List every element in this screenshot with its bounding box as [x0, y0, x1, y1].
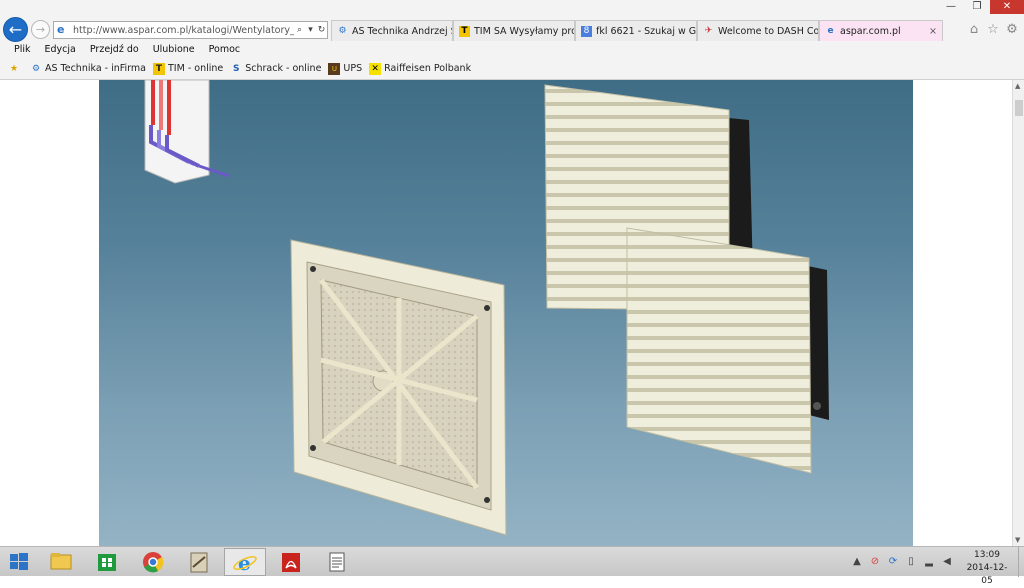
refresh-icon[interactable]: ↻: [316, 25, 327, 35]
fan-filter-illustration: [144, 80, 829, 536]
store-icon[interactable]: [86, 548, 128, 576]
back-button[interactable]: ←: [3, 17, 28, 42]
raiffeisen-icon: ✕: [369, 62, 382, 75]
minimize-button[interactable]: —: [938, 0, 964, 14]
dash-icon: ✈: [704, 25, 713, 36]
filter-unit: [290, 239, 507, 536]
close-tab-icon[interactable]: ×: [923, 26, 937, 37]
address-bar[interactable]: e http://www.aspar.com.pl/katalogi/Wenty…: [53, 21, 328, 39]
forward-arrow-icon: →: [35, 23, 46, 36]
fav-label: TIM - online: [168, 63, 224, 74]
chrome-icon[interactable]: [132, 548, 174, 576]
system-tray: ▲ ⊘ ⟳ ▯ ▂ ◀: [850, 551, 958, 573]
document-icon[interactable]: [316, 548, 358, 576]
menu-bar: Plik Edycja Przejdź do Ulubione Pomoc: [0, 42, 247, 58]
vertical-scrollbar[interactable]: ▲ ▼: [1012, 80, 1024, 546]
scroll-thumb[interactable]: [1015, 100, 1023, 116]
tab-dash[interactable]: ✈ Welcome to DASH Con...: [697, 20, 819, 41]
app-icon[interactable]: [178, 548, 220, 576]
site-icon: ⚙: [338, 25, 347, 36]
close-button[interactable]: ✕: [990, 0, 1024, 14]
search-icon[interactable]: ⌕: [294, 25, 305, 35]
tab-label: Welcome to DASH Con...: [718, 25, 819, 37]
favorites-bar: ★ ⚙ AS Technika - inFirma T TIM - online…: [8, 60, 478, 77]
home-icon[interactable]: ⌂: [966, 22, 982, 38]
fav-ups[interactable]: U UPS: [328, 62, 363, 75]
windows-start-icon[interactable]: [4, 549, 34, 575]
tab-label: AS Technika Andrzej St...: [352, 25, 452, 37]
fav-raiffeisen[interactable]: ✕ Raiffeisen Polbank: [369, 62, 472, 75]
menu-pomoc[interactable]: Pomoc: [202, 42, 248, 58]
volume-icon[interactable]: ◀: [940, 555, 954, 569]
acrobat-icon[interactable]: [270, 548, 312, 576]
fav-schrack[interactable]: S Schrack - online: [230, 63, 321, 75]
address-url[interactable]: http://www.aspar.com.pl/katalogi/Wentyla…: [73, 25, 294, 36]
clock[interactable]: 13:09 2014-12-05: [962, 549, 1012, 588]
ie-page-icon: e: [827, 25, 834, 36]
internet-explorer-icon[interactable]: e: [224, 548, 266, 576]
file-explorer-icon[interactable]: [40, 548, 82, 576]
tim-icon: T: [459, 25, 470, 37]
forward-button[interactable]: →: [31, 20, 50, 39]
tab-google-search[interactable]: 8 fkl 6621 - Szukaj w Goo...: [575, 20, 697, 41]
menu-przejdz-do[interactable]: Przejdź do: [83, 42, 146, 58]
show-hidden-icons-icon[interactable]: ▲: [850, 555, 864, 569]
fav-tim[interactable]: T TIM - online: [153, 62, 224, 75]
page-content: [0, 80, 1012, 546]
tab-label: aspar.com.pl: [840, 25, 901, 37]
clock-date: 2014-12-05: [966, 563, 1008, 586]
fan-grille-front: [626, 227, 829, 474]
network-signal-icon[interactable]: ▂: [922, 555, 936, 569]
schrack-icon: S: [233, 63, 240, 74]
svg-text:e: e: [238, 551, 251, 575]
menu-plik[interactable]: Plik: [0, 42, 38, 58]
product-photo: [99, 80, 913, 546]
dropdown-icon[interactable]: ▾: [305, 25, 316, 35]
browser-chrome: — ❐ ✕ ← → e http://www.aspar.com.pl/kata…: [0, 0, 1024, 80]
tab-label: fkl 6621 - Szukaj w Goo...: [596, 25, 697, 37]
tab-label: TIM SA Wysyłamy prod...: [474, 25, 574, 37]
battery-icon[interactable]: ▯: [904, 555, 918, 569]
google-icon: 8: [581, 25, 592, 37]
site-icon: ⚙: [31, 63, 41, 74]
favorites-add-icon[interactable]: ★: [8, 63, 23, 75]
clock-time: 13:09: [974, 550, 1000, 560]
favorites-star-icon[interactable]: ☆: [985, 22, 1001, 38]
updater-icon[interactable]: ⟳: [886, 555, 900, 569]
fav-label: Schrack - online: [245, 63, 322, 74]
fav-as-technika[interactable]: ⚙ AS Technika - inFirma: [30, 63, 146, 75]
show-desktop-button[interactable]: [1018, 547, 1024, 577]
fav-label: UPS: [343, 63, 363, 74]
scroll-down-icon[interactable]: ▼: [1015, 536, 1020, 544]
fav-label: Raiffeisen Polbank: [384, 63, 472, 74]
maximize-button[interactable]: ❐: [964, 0, 990, 14]
scroll-up-icon[interactable]: ▲: [1015, 82, 1020, 90]
tim-icon: T: [153, 62, 165, 75]
ie-page-icon: e: [57, 23, 65, 36]
airflow-diagram: [144, 80, 230, 184]
tab-as-technika[interactable]: ⚙ AS Technika Andrzej St...: [331, 20, 453, 41]
tab-tim[interactable]: T TIM SA Wysyłamy prod...: [453, 20, 575, 41]
ups-icon: U: [328, 62, 341, 75]
settings-gear-icon[interactable]: ⚙: [1004, 22, 1020, 38]
fav-label: AS Technika - inFirma: [45, 63, 146, 74]
tab-aspar[interactable]: e aspar.com.pl ×: [819, 20, 943, 41]
taskbar: e ▲ ⊘ ⟳ ▯ ▂ ◀ 13:09 2014-12-05: [0, 546, 1024, 586]
menu-edycja[interactable]: Edycja: [38, 42, 83, 58]
security-shield-icon[interactable]: ⊘: [868, 555, 882, 569]
back-arrow-icon: ←: [8, 20, 23, 39]
menu-ulubione[interactable]: Ulubione: [146, 42, 202, 58]
